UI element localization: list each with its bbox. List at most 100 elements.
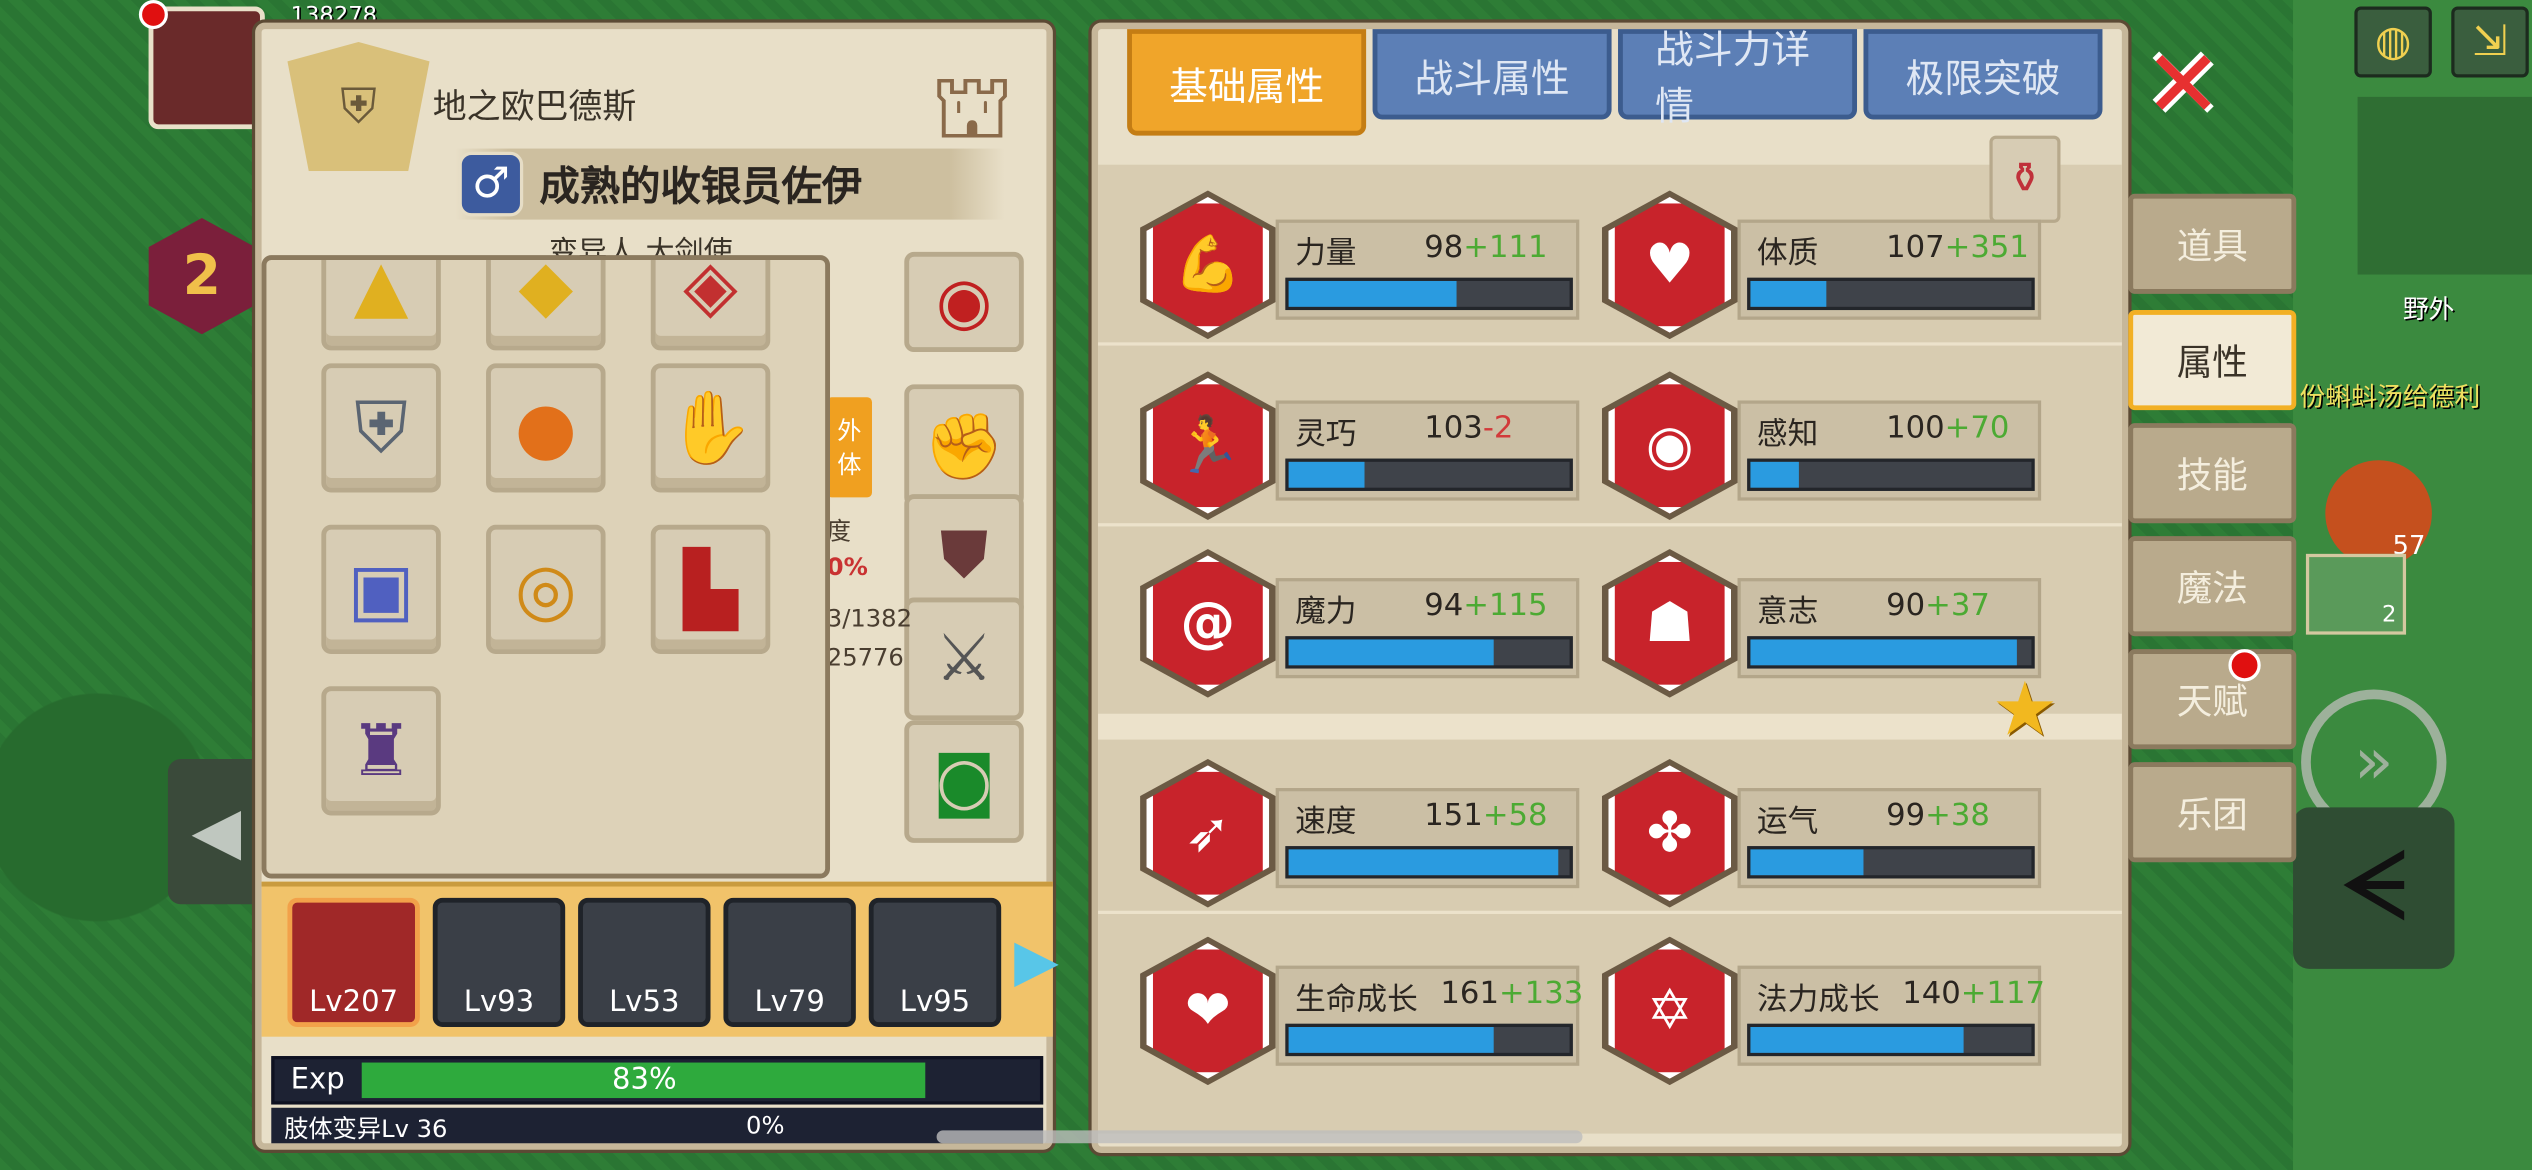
- party-member-card[interactable]: Lv53: [578, 897, 711, 1027]
- outer-body-tag[interactable]: 外 体: [826, 397, 872, 498]
- talent-notification-dot: [2228, 649, 2261, 682]
- stat-value: 90+37: [1886, 588, 1990, 624]
- stat-row: ☗ 意志 90+37: [1601, 549, 2060, 698]
- quest-text[interactable]: 份蝌蚪汤给德利: [2299, 375, 2480, 414]
- party-bar: Lv207 Lv93 Lv53 Lv79 Lv95 ▶: [261, 881, 1059, 1037]
- inventory-slot[interactable]: ◆: [486, 259, 606, 351]
- stat-value: 99+38: [1886, 798, 1990, 834]
- row-divider: [1098, 523, 2122, 527]
- stat-bonus: -2: [1482, 410, 1514, 446]
- stat-row: ✡ 法力成长 140+117: [1601, 936, 2060, 1086]
- stat-row: 🏃 灵巧 103-2: [1140, 371, 1599, 520]
- stat-label: 速度: [1295, 804, 1357, 840]
- menu-attributes[interactable]: 属性: [2128, 310, 2297, 411]
- stat-bonus: +37: [1925, 587, 1990, 624]
- back-arrow-button[interactable]: ◀: [167, 758, 265, 905]
- party-member-card[interactable]: Lv207: [287, 897, 420, 1027]
- party-next-arrow-icon[interactable]: ▶: [1014, 923, 1059, 1001]
- stat-bar: [1285, 1023, 1573, 1057]
- stat-bonus: +115: [1463, 587, 1548, 624]
- stat-value: 103-2: [1424, 410, 1513, 446]
- stat-base: 90: [1886, 587, 1926, 624]
- stat-label: 力量: [1295, 235, 1357, 272]
- character-name[interactable]: 成熟的收银员佐伊: [539, 155, 862, 213]
- stat-bar-fill: [1288, 849, 1559, 876]
- ring-item-slot[interactable]: ◎: [486, 524, 606, 654]
- globe-icon[interactable]: ◍: [2354, 6, 2432, 78]
- outer-body-tag-text: 外 体: [837, 416, 862, 480]
- stat-label: 法力成长: [1756, 981, 1880, 1018]
- menu-skills[interactable]: 技能: [2128, 423, 2297, 524]
- stat-bonus: +58: [1482, 797, 1548, 834]
- stat-box: 魔力 94+115: [1275, 578, 1580, 679]
- stat-bar-fill: [1750, 461, 1799, 488]
- party-member-level: Lv95: [899, 984, 971, 1019]
- stat-label: 意志: [1756, 594, 1819, 630]
- stat-bonus: +38: [1925, 797, 1990, 834]
- tab-power-details[interactable]: 战斗力详情: [1618, 27, 1858, 129]
- tab-basic-attributes[interactable]: 基础属性: [1127, 29, 1367, 136]
- menu-band[interactable]: 乐团: [2128, 762, 2297, 863]
- stat-row: @ 魔力 94+115: [1140, 549, 1599, 698]
- stat-row: ✤ 运气 99+38: [1601, 758, 2060, 908]
- gem-count: 2: [2381, 602, 2397, 629]
- stat-bar: [1285, 846, 1573, 879]
- exit-icon[interactable]: ⇲: [2451, 6, 2529, 78]
- stat-bar-fill: [1750, 639, 2018, 666]
- stat-box: 体质 107+351: [1737, 219, 2042, 320]
- stat-row: ❤ 生命成长 161+133: [1140, 936, 1599, 1086]
- stat-value: 94+115: [1424, 588, 1547, 624]
- stat-bar: [1747, 458, 2035, 491]
- stat-box: 感知 100+70: [1737, 400, 2042, 501]
- area-label: 野外: [2402, 293, 2455, 325]
- stat-row: 💪 力量 98+111: [1140, 190, 1599, 340]
- menu-talent[interactable]: 天赋: [2128, 649, 2297, 750]
- stat-label: 生命成长: [1295, 981, 1418, 1018]
- helmet-slot[interactable]: ◉: [904, 251, 1024, 353]
- home-indicator[interactable]: [936, 1130, 1583, 1144]
- inventory-slot[interactable]: ▲: [321, 259, 441, 351]
- stat-bar: [1285, 636, 1573, 669]
- attribute-tabs: 基础属性 战斗属性 战斗力详情 极限突破: [1127, 27, 2103, 136]
- speed-label-fragment: 度: [826, 516, 852, 546]
- player-avatar[interactable]: [148, 6, 265, 130]
- stat-bar: [1747, 636, 2035, 669]
- belt-item-slot[interactable]: ▣: [321, 524, 441, 654]
- stat-base: 98: [1424, 229, 1464, 265]
- stat-bar: [1747, 277, 2035, 311]
- stat-row: ♥ 体质 107+351: [1601, 190, 2060, 340]
- menu-magic[interactable]: 魔法: [2128, 536, 2297, 637]
- stat-label: 体质: [1756, 235, 1819, 272]
- stat-value: 140+117: [1902, 975, 2045, 1011]
- party-member-level: Lv53: [609, 984, 680, 1019]
- stat-box: 法力成长 140+117: [1737, 965, 2045, 1066]
- pumpkin-item-slot[interactable]: ●: [486, 363, 606, 493]
- potion-item[interactable]: 57: [2325, 460, 2432, 567]
- stat-label: 灵巧: [1295, 416, 1357, 453]
- armor-item-slot[interactable]: ♜: [321, 686, 441, 816]
- sub-exp-label: 肢体变异Lv 36: [284, 1114, 448, 1144]
- weapon-slot[interactable]: ⚔: [904, 597, 1024, 721]
- bow-weapon-slot[interactable]: ᗕ: [2293, 807, 2455, 969]
- stat-value: 151+58: [1424, 798, 1547, 834]
- stat-bar-fill: [1750, 280, 1827, 307]
- shield-item-slot[interactable]: ⛨: [321, 363, 441, 493]
- inventory-slot[interactable]: ◈: [650, 259, 771, 351]
- party-member-card[interactable]: Lv95: [868, 897, 1002, 1027]
- close-icon[interactable]: ✕: [2138, 29, 2228, 139]
- row-divider: [1098, 713, 2122, 740]
- party-member-card[interactable]: Lv79: [723, 897, 856, 1027]
- equipment-inventory: ▲ ◆ ◈ ⛨ ● ✋ ▣ ◎ ▙ ♜: [261, 255, 831, 879]
- party-member-card[interactable]: Lv93: [432, 897, 566, 1027]
- stat-bar-fill: [1288, 639, 1494, 666]
- stat-value: 107+351: [1886, 229, 2029, 265]
- menu-items[interactable]: 道具: [2128, 193, 2297, 294]
- tab-combat-attributes[interactable]: 战斗属性: [1372, 29, 1612, 120]
- stat-base: 161: [1440, 975, 1499, 1011]
- boots-item-slot[interactable]: ▙: [650, 524, 771, 654]
- glove-slot[interactable]: ✊: [904, 384, 1024, 508]
- gauntlet-item-slot[interactable]: ✋: [650, 363, 771, 493]
- gem-item[interactable]: 2: [2305, 553, 2407, 635]
- accessory-slot[interactable]: ◙: [904, 720, 1024, 843]
- tab-limit-break[interactable]: 极限突破: [1863, 29, 2103, 120]
